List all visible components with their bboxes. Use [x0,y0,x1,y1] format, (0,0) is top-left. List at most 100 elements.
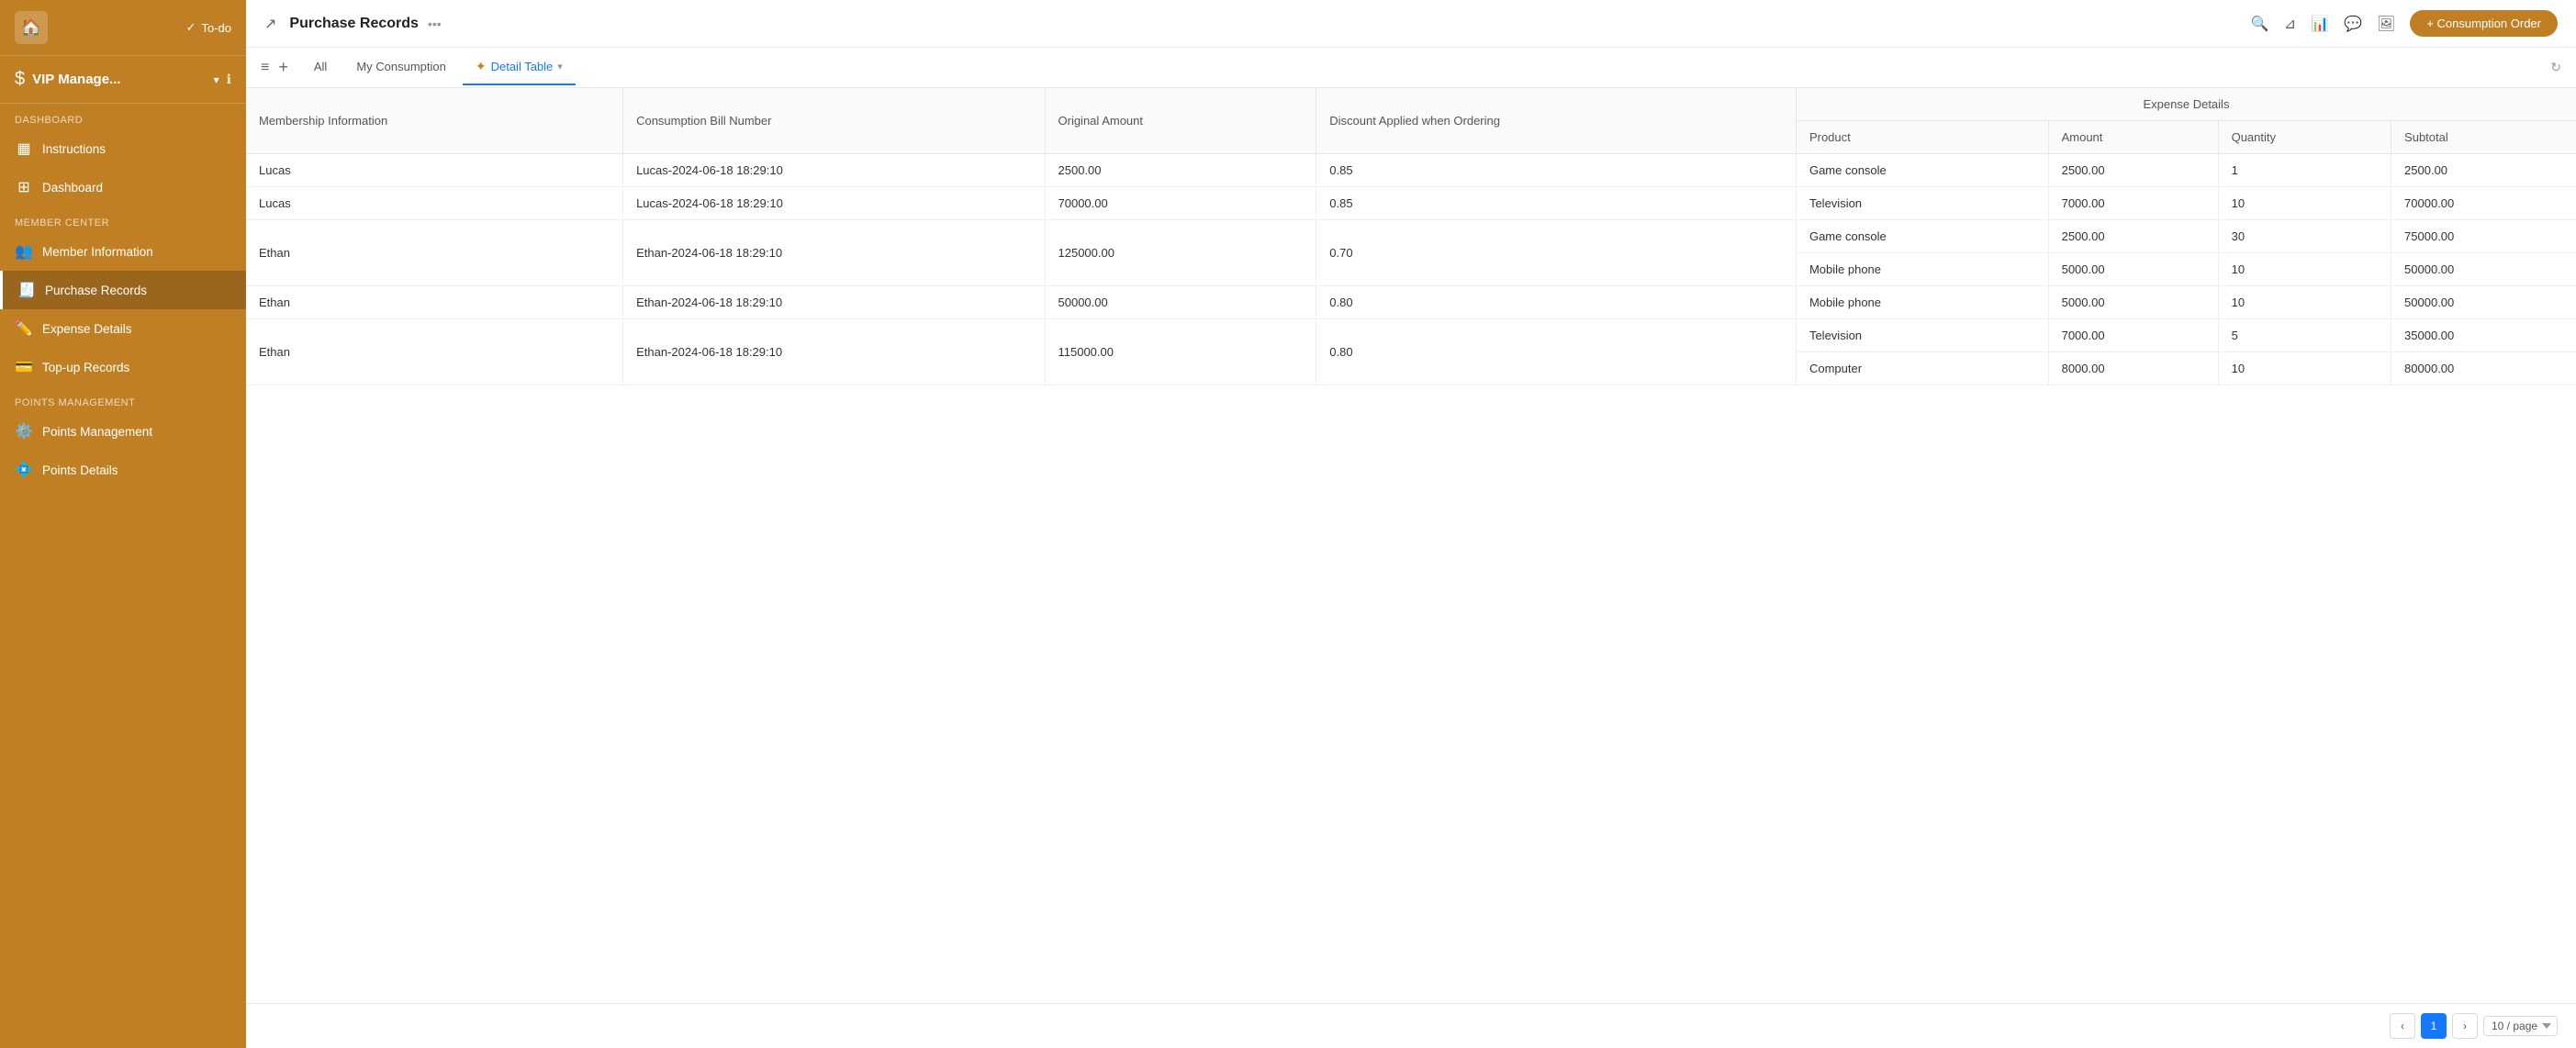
col-subtotal: Subtotal [2391,121,2576,154]
cell-subtotal: 2500.00 [2391,154,2576,187]
sidebar-item-points-management[interactable]: ⚙️ Points Management [0,412,246,451]
filter-icon[interactable]: ⊿ [2284,15,2296,33]
cell-product: Game console [1796,220,2048,253]
add-tab-icon[interactable]: + [278,58,288,77]
col-expense-details-group: Expense Details [1796,88,2576,121]
sidebar-item-label-instructions: Instructions [42,142,106,156]
cell-subtotal: 80000.00 [2391,352,2576,385]
cell-subtotal: 50000.00 [2391,286,2576,319]
cell-member: Ethan [246,286,623,319]
cell-member: Lucas [246,187,623,220]
cell-subtotal: 35000.00 [2391,319,2576,352]
sidebar-item-expense-details[interactable]: ✏️ Expense Details [0,309,246,348]
table-row: EthanEthan-2024-06-18 18:29:1050000.000.… [246,286,2576,319]
col-product: Product [1796,121,2048,154]
search-icon[interactable]: 🔍 [2251,15,2269,33]
consumption-order-button[interactable]: + Consumption Order [2410,10,2558,37]
sidebar-item-label-member-information: Member Information [42,245,153,259]
cell-product: Mobile phone [1796,286,2048,319]
cell-quantity: 10 [2218,187,2391,220]
brand-section[interactable]: $ VIP Manage... ▾ ℹ [0,56,246,104]
tab-my-consumption-label: My Consumption [356,60,446,73]
instructions-icon: ▦ [15,139,33,158]
cell-product: Television [1796,187,2048,220]
message-icon[interactable]: 💬 [2344,15,2362,33]
member-information-icon: 👥 [15,242,33,261]
cell-item-amount: 5000.00 [2048,286,2218,319]
brand-dollar-icon: $ [15,69,25,90]
cell-original-amount: 70000.00 [1045,187,1316,220]
tab-all[interactable]: All [301,50,340,84]
cell-item-amount: 2500.00 [2048,154,2218,187]
page-size-select[interactable]: 10 / page 20 / page 50 / page [2483,1016,2558,1036]
col-original-amount: Original Amount [1045,88,1316,154]
purchase-records-icon: 🧾 [17,281,36,299]
col-membership-info: Membership Information [246,88,623,154]
table-row: EthanEthan-2024-06-18 18:29:10125000.000… [246,220,2576,253]
header-right: 🔍 ⊿ 📊 💬 🖼 + Consumption Order [2251,10,2558,37]
cell-item-amount: 5000.00 [2048,253,2218,286]
sidebar: 🏠 ✓ To-do $ VIP Manage... ▾ ℹ Dashboard … [0,0,246,1048]
main-content: ↗ Purchase Records ••• 🔍 ⊿ 📊 💬 🖼 + Consu… [246,0,2576,1048]
next-page-button[interactable]: › [2452,1013,2478,1039]
cell-discount: 0.85 [1316,154,1797,187]
cell-bill: Lucas-2024-06-18 18:29:10 [623,154,1045,187]
todo-label: To-do [201,21,231,35]
sidebar-item-points-details[interactable]: 💠 Points Details [0,451,246,489]
sidebar-item-label-expense-details: Expense Details [42,322,132,336]
section-label-dashboard: Dashboard [0,104,246,129]
header-left: ↗ Purchase Records ••• [264,15,442,33]
sidebar-item-label-points-details: Points Details [42,463,118,477]
cell-subtotal: 70000.00 [2391,187,2576,220]
tab-chevron-icon: ▾ [557,61,563,72]
cell-original-amount: 50000.00 [1045,286,1316,319]
cell-item-amount: 7000.00 [2048,319,2218,352]
sidebar-item-purchase-records[interactable]: 🧾 Purchase Records [0,271,246,309]
header: ↗ Purchase Records ••• 🔍 ⊿ 📊 💬 🖼 + Consu… [246,0,2576,48]
brand-chevron-icon: ▾ [214,73,219,86]
cell-product: Television [1796,319,2048,352]
sidebar-item-instructions[interactable]: ▦ Instructions [0,129,246,168]
col-quantity: Quantity [2218,121,2391,154]
cell-original-amount: 115000.00 [1045,319,1316,385]
refresh-icon[interactable]: ↻ [2550,60,2561,75]
tabs-bar: ≡ + All My Consumption ✦ Detail Table ▾ … [246,48,2576,88]
table-container: Membership Information Consumption Bill … [246,88,2576,1003]
chart-icon[interactable]: 📊 [2311,15,2329,33]
tab-detail-table[interactable]: ✦ Detail Table ▾ [463,50,576,85]
purchase-records-table: Membership Information Consumption Bill … [246,88,2576,385]
section-label-points: Points Management [0,386,246,412]
cell-quantity: 30 [2218,220,2391,253]
col-bill-number: Consumption Bill Number [623,88,1045,154]
star-icon: ✦ [476,59,487,74]
cell-original-amount: 125000.00 [1045,220,1316,286]
menu-icon[interactable]: ≡ [261,60,269,76]
image-icon[interactable]: 🖼 [2377,15,2395,33]
page-title: Purchase Records [289,16,419,32]
cell-quantity: 10 [2218,352,2391,385]
sidebar-item-topup-records[interactable]: 💳 Top-up Records [0,348,246,386]
sidebar-item-member-information[interactable]: 👥 Member Information [0,232,246,271]
cell-item-amount: 8000.00 [2048,352,2218,385]
expense-details-icon: ✏️ [15,319,33,338]
back-icon[interactable]: ↗ [264,15,276,33]
cell-discount: 0.85 [1316,187,1797,220]
todo-badge: ✓ To-do [186,20,231,35]
more-options-icon[interactable]: ••• [428,17,442,31]
cell-product: Computer [1796,352,2048,385]
points-details-icon: 💠 [15,461,33,479]
sidebar-item-dashboard[interactable]: ⊞ Dashboard [0,168,246,206]
col-amount: Amount [2048,121,2218,154]
todo-check-icon: ✓ [186,20,196,35]
page-1-button[interactable]: 1 [2421,1013,2447,1039]
home-button[interactable]: 🏠 [15,11,48,44]
dashboard-icon: ⊞ [15,178,33,196]
sidebar-item-label-dashboard: Dashboard [42,181,103,195]
prev-page-button[interactable]: ‹ [2390,1013,2415,1039]
tab-my-consumption[interactable]: My Consumption [343,50,459,84]
cell-product: Game console [1796,154,2048,187]
cell-subtotal: 50000.00 [2391,253,2576,286]
sidebar-item-label-purchase-records: Purchase Records [45,284,147,297]
points-management-icon: ⚙️ [15,422,33,440]
sidebar-top: 🏠 ✓ To-do [0,0,246,56]
